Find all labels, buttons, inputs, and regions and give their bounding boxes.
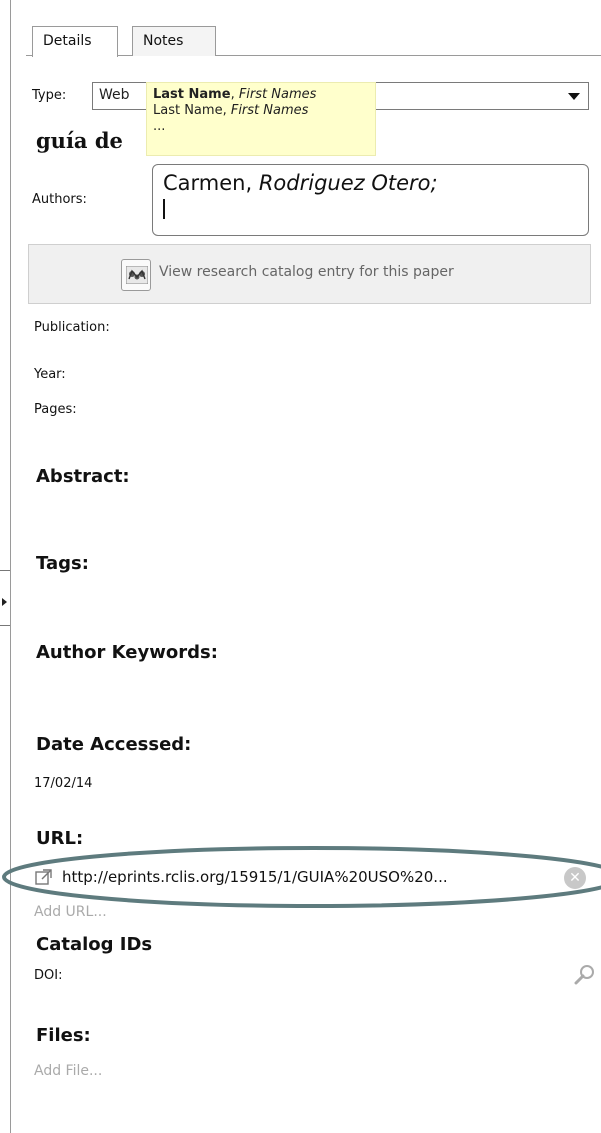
search-icon[interactable]: [574, 964, 596, 990]
publication-label: Publication:: [34, 320, 110, 335]
tooltip-first-names-italic-2: First Names: [230, 103, 309, 118]
tooltip-line-2: Last Name, First Names: [153, 103, 369, 119]
add-url-link[interactable]: Add URL...: [34, 904, 107, 920]
tags-heading: Tags:: [36, 553, 89, 574]
view-catalog-entry-button[interactable]: View research catalog entry for this pap…: [28, 244, 591, 304]
tooltip-separator: ,: [230, 87, 239, 102]
authors-value: Carmen, Rodriguez Otero;: [163, 171, 578, 195]
external-link-icon[interactable]: [34, 867, 54, 891]
view-catalog-entry-label: View research catalog entry for this pap…: [159, 264, 454, 280]
author-name: Carmen,: [163, 171, 259, 195]
add-file-link[interactable]: Add File...: [34, 1063, 102, 1079]
splitter-guide-top: [0, 570, 10, 571]
type-label: Type:: [32, 88, 67, 103]
catalog-ids-heading: Catalog IDs: [36, 934, 153, 955]
text-cursor: [163, 199, 165, 219]
tab-bar: Details Notes: [26, 26, 601, 57]
tooltip-line-1: Last Name, First Names: [153, 87, 369, 103]
tab-notes[interactable]: Notes: [132, 26, 216, 56]
author-name-italic: Rodriguez Otero;: [258, 171, 438, 195]
date-accessed-value[interactable]: 17/02/14: [34, 776, 92, 791]
mendeley-catalog-icon: [121, 259, 151, 291]
url-row[interactable]: http://eprints.rclis.org/15915/1/GUIA%20…: [34, 867, 594, 891]
author-keywords-heading: Author Keywords:: [36, 642, 218, 663]
clear-url-icon[interactable]: ✕: [564, 867, 586, 889]
type-select-value: Web: [99, 87, 130, 103]
doi-label: DOI:: [34, 968, 63, 983]
tooltip-line-3: ...: [153, 119, 166, 134]
authors-label: Authors:: [32, 192, 87, 207]
tooltip-last-name-plain: Last Name,: [153, 103, 231, 118]
date-accessed-heading: Date Accessed:: [36, 734, 192, 755]
panel-border: [10, 0, 11, 1133]
splitter-guide-bottom: [0, 625, 10, 626]
authors-input[interactable]: Carmen, Rodriguez Otero;: [152, 164, 589, 236]
details-panel: Details Notes Type: Web guía de Last Nam…: [2, 0, 601, 1133]
url-link[interactable]: http://eprints.rclis.org/15915/1/GUIA%20…: [62, 868, 448, 886]
year-label: Year:: [34, 367, 66, 382]
tooltip-first-names-italic: First Names: [238, 87, 317, 102]
tab-details[interactable]: Details: [32, 26, 118, 57]
abstract-heading: Abstract:: [36, 466, 130, 487]
url-heading: URL:: [36, 828, 84, 849]
files-heading: Files:: [36, 1025, 91, 1046]
chevron-down-icon[interactable]: [568, 93, 580, 100]
author-format-tooltip: Last Name, First Names Last Name, First …: [146, 82, 376, 156]
document-title[interactable]: guía de: [36, 128, 123, 153]
collapse-arrow-icon[interactable]: [2, 598, 7, 606]
tooltip-last-name-bold: Last Name: [153, 87, 231, 102]
pages-label: Pages:: [34, 402, 77, 417]
